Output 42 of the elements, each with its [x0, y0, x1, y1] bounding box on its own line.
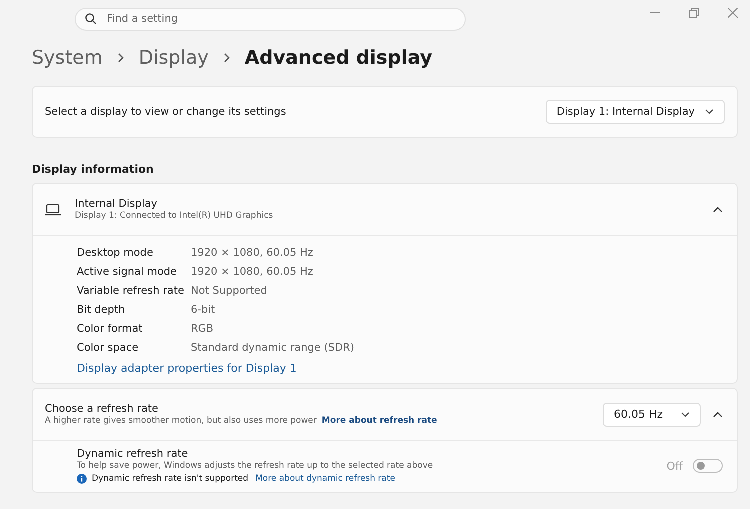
section-title: Display information: [32, 163, 155, 176]
setting-title: Choose a refresh rate: [45, 403, 160, 415]
info-label: Bit depth: [77, 304, 126, 316]
setting-description: A higher rate gives smoother motion, but also uses more power: [45, 416, 317, 426]
close-icon[interactable]: [728, 8, 738, 18]
toggle-state: Off: [666, 460, 683, 472]
info-label: Color format: [77, 322, 144, 334]
info-value: 6-bit: [191, 304, 216, 316]
info-value: 1920 × 1080, 60.05 Hz: [191, 246, 314, 258]
setting-label: Select a display to view or change its settings: [45, 106, 286, 118]
chevron-up-icon[interactable]: [713, 412, 723, 418]
chevron-down-icon: [705, 109, 714, 115]
info-label: Active signal mode: [77, 266, 178, 278]
refresh-rate-dropdown[interactable]: 60.05 Hz: [603, 402, 701, 426]
chevron-up-icon[interactable]: [713, 206, 723, 212]
chevron-right-icon: [116, 52, 125, 64]
breadcrumb-item[interactable]: System: [32, 47, 103, 69]
display-connection: Display 1: Connected to Intel(R) UHD Graphics: [75, 211, 274, 221]
notice-text: Dynamic refresh rate isn't supported: [92, 474, 249, 484]
adapter-properties-link[interactable]: Display adapter properties for Display 1: [77, 362, 297, 375]
display-dropdown[interactable]: Display 1: Internal Display: [546, 100, 725, 124]
info-value: RGB: [191, 322, 214, 334]
breadcrumb-item: Advanced display: [244, 47, 432, 69]
chevron-down-icon: [681, 412, 690, 418]
info-icon: [77, 474, 87, 484]
restore-icon[interactable]: [689, 8, 699, 18]
info-label: Variable refresh rate: [77, 284, 186, 296]
info-label: Color space: [77, 342, 140, 354]
info-label: Desktop mode: [77, 246, 154, 258]
info-value: Standard dynamic range (SDR): [191, 342, 354, 354]
setting-title: Dynamic refresh rate: [77, 448, 190, 460]
search-icon: [85, 13, 97, 25]
info-value: Not Supported: [191, 284, 268, 296]
breadcrumb-item[interactable]: Display: [138, 47, 209, 69]
laptop-icon: [45, 204, 61, 216]
search-field[interactable]: Find a setting: [75, 8, 466, 30]
display-info-header[interactable]: Internal Display Display 1: Connected to Intel(R) UHD Graphics: [33, 184, 737, 236]
setting-description: To help save power, Windows adjusts the refresh rate up to the selected rate above: [77, 461, 434, 471]
info-value: 1920 × 1080, 60.05 Hz: [191, 266, 314, 278]
refresh-rate-link[interactable]: More about refresh rate: [322, 416, 438, 426]
chevron-right-icon: [222, 52, 231, 64]
display-name: Internal Display: [75, 198, 159, 210]
